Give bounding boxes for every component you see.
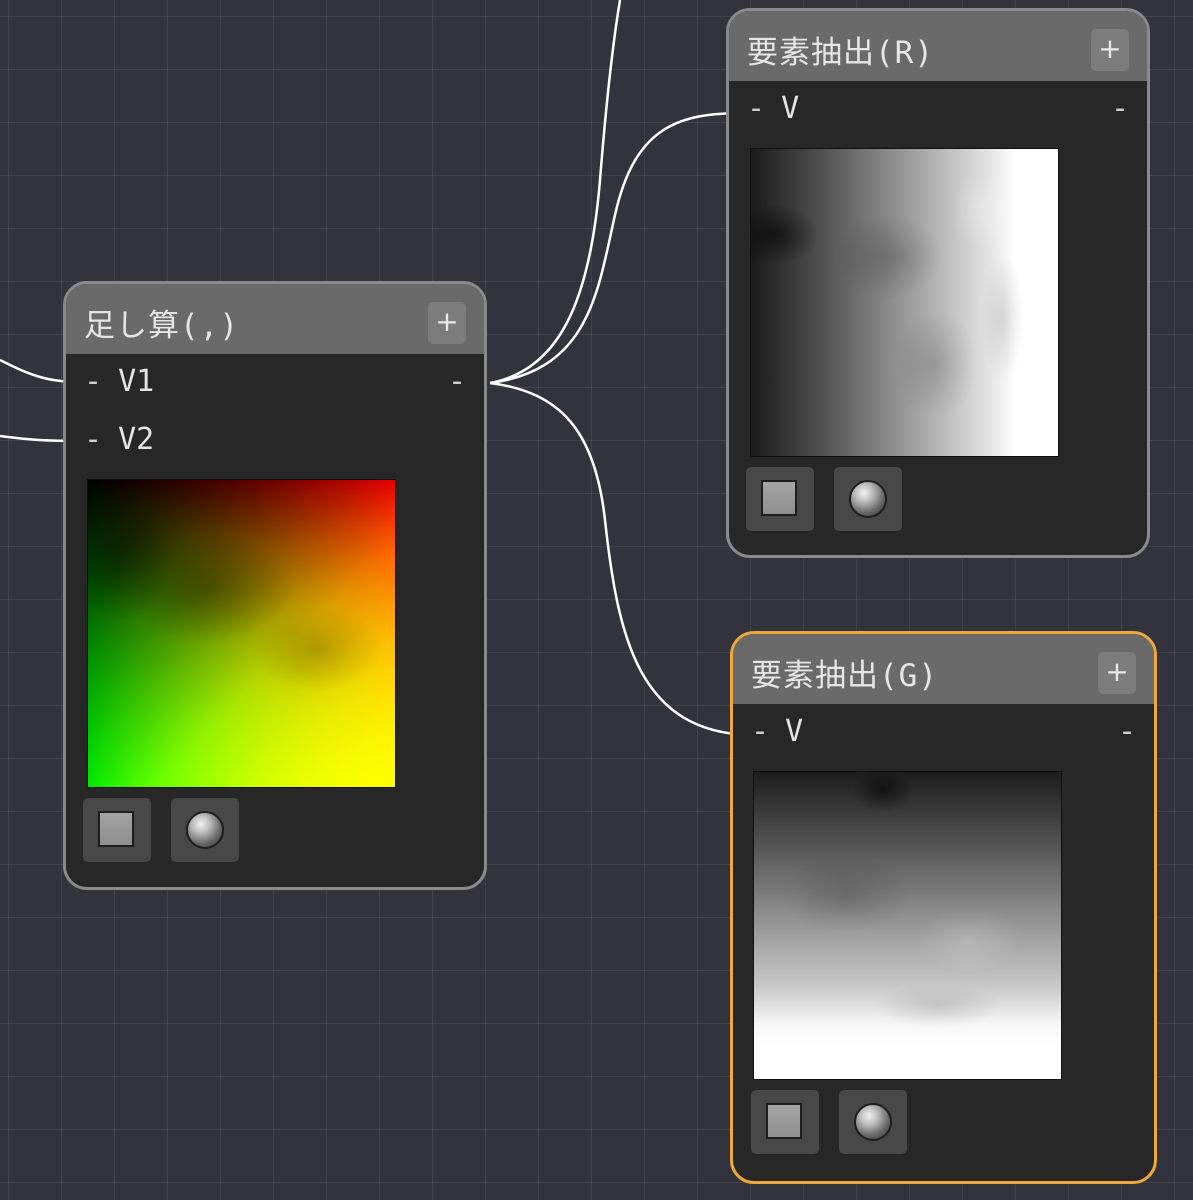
input-port-v2[interactable]: - xyxy=(84,422,102,457)
node-header[interactable]: 要素抽出(G) + xyxy=(733,634,1154,704)
input-port-v[interactable]: - xyxy=(751,714,769,749)
port-row-v1: - V1 - xyxy=(66,354,484,412)
node-add[interactable]: 足し算(,) + - V1 - - V2 xyxy=(63,281,487,890)
node-title: 足し算(,) xyxy=(84,308,239,344)
node-extract-r[interactable]: 要素抽出(R) + -V - xyxy=(726,8,1150,558)
output-port[interactable]: - xyxy=(1111,91,1129,126)
sphere-icon xyxy=(849,480,887,518)
plane-preview-button[interactable] xyxy=(751,1090,819,1154)
port-label: V xyxy=(781,91,800,126)
add-port-button[interactable]: + xyxy=(428,302,466,344)
preview-image xyxy=(750,148,1059,457)
preview-image xyxy=(87,479,396,788)
square-icon xyxy=(766,1103,802,1139)
output-port[interactable]: - xyxy=(448,364,466,399)
square-icon xyxy=(761,480,797,516)
add-port-button[interactable]: + xyxy=(1098,652,1136,694)
add-port-button[interactable]: + xyxy=(1091,29,1129,71)
preview-mode-buttons xyxy=(83,798,239,862)
sphere-icon xyxy=(854,1103,892,1141)
port-label: V xyxy=(785,714,804,749)
port-row-v: -V - xyxy=(733,704,1154,762)
port-label: V2 xyxy=(118,422,155,457)
node-title: 要素抽出(R) xyxy=(747,35,934,71)
input-port-v[interactable]: - xyxy=(747,91,765,126)
plane-preview-button[interactable] xyxy=(83,798,151,862)
preview-mode-buttons xyxy=(751,1090,907,1154)
output-port[interactable]: - xyxy=(1118,714,1136,749)
sphere-preview-button[interactable] xyxy=(834,467,902,531)
plus-icon: + xyxy=(1098,32,1122,65)
sphere-icon xyxy=(186,811,224,849)
plus-icon: + xyxy=(435,305,459,338)
port-row-v: -V - xyxy=(729,81,1147,139)
preview-image xyxy=(753,771,1062,1080)
node-header[interactable]: 要素抽出(R) + xyxy=(729,11,1147,81)
square-icon xyxy=(98,811,134,847)
sphere-preview-button[interactable] xyxy=(171,798,239,862)
plus-icon: + xyxy=(1105,655,1129,688)
node-title: 要素抽出(G) xyxy=(751,658,938,694)
port-label: V1 xyxy=(118,364,155,399)
port-row-v2: - V2 xyxy=(66,412,484,470)
preview-mode-buttons xyxy=(746,467,902,531)
node-extract-g[interactable]: 要素抽出(G) + -V - xyxy=(730,631,1157,1184)
input-port-v1[interactable]: - xyxy=(84,364,102,399)
sphere-preview-button[interactable] xyxy=(839,1090,907,1154)
plane-preview-button[interactable] xyxy=(746,467,814,531)
node-header[interactable]: 足し算(,) + xyxy=(66,284,484,354)
